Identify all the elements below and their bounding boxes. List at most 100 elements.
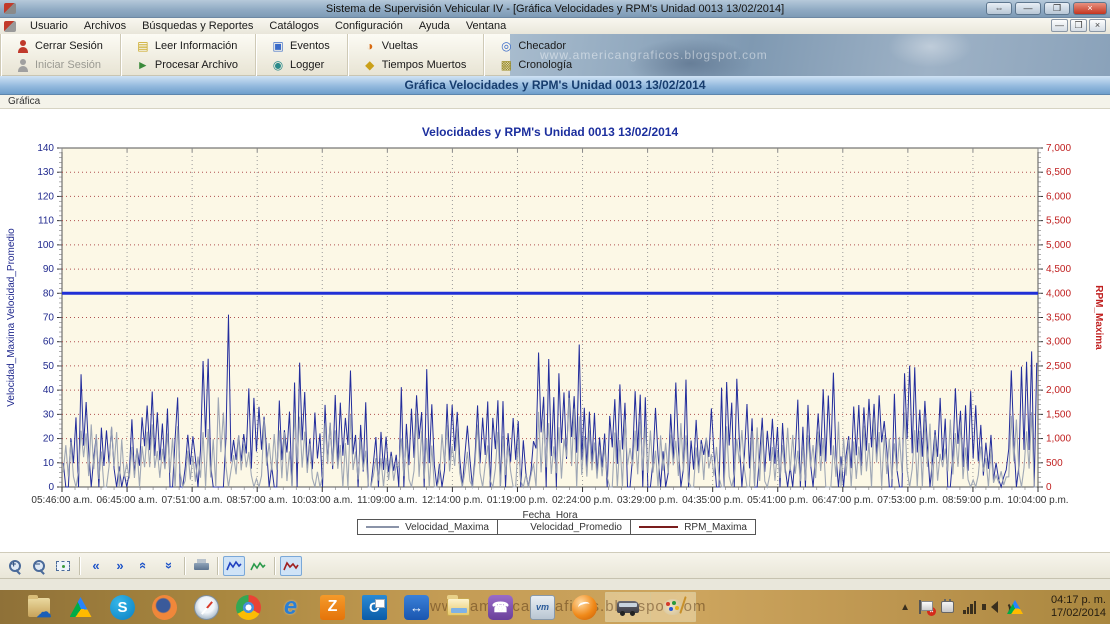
eventos-button[interactable]: ▣ Eventos: [264, 37, 337, 55]
menu-usuario[interactable]: Usuario: [22, 19, 76, 33]
svg-text:3,500: 3,500: [1046, 313, 1071, 324]
leer-informacion-button[interactable]: ▤ Leer Información: [129, 37, 245, 55]
special-button[interactable]: ⇔: [986, 2, 1012, 15]
svg-text:0: 0: [1046, 482, 1052, 493]
pan-left-button[interactable]: «: [85, 556, 107, 576]
logger-button[interactable]: ◉ Logger: [264, 56, 337, 74]
child-restore-button[interactable]: ❒: [1070, 19, 1087, 32]
leer-informacion-label: Leer Información: [155, 40, 238, 52]
svg-text:06:47:00 p.m.: 06:47:00 p.m.: [812, 495, 873, 506]
power-icon[interactable]: [941, 601, 954, 613]
chart-type-blue-button[interactable]: [223, 556, 245, 576]
menu-ventana[interactable]: Ventana: [458, 19, 514, 33]
pan-down-button[interactable]: «: [157, 556, 179, 576]
svg-text:08:59:00 p.m.: 08:59:00 p.m.: [942, 495, 1003, 506]
svg-text:10:03:00 a.m.: 10:03:00 a.m.: [292, 495, 353, 506]
svg-text:3,000: 3,000: [1046, 337, 1071, 348]
chart-type-red-button[interactable]: [280, 556, 302, 576]
hidden-icons-chevron[interactable]: ▲: [900, 602, 910, 613]
svg-text:5,000: 5,000: [1046, 240, 1071, 251]
chart-type-green-button[interactable]: [247, 556, 269, 576]
chart-legend: Velocidad_Maxima Velocidad_Promedio RPM_…: [357, 519, 756, 535]
close-button[interactable]: ×: [1073, 2, 1107, 15]
file-explorer-icon[interactable]: [446, 595, 471, 620]
svg-text:4,500: 4,500: [1046, 264, 1071, 275]
toolbar-group-session: Cerrar Sesión Iniciar Sesión: [0, 34, 120, 76]
volume-icon[interactable]: [985, 601, 998, 613]
svg-text:2,500: 2,500: [1046, 361, 1071, 372]
menu-configuracion[interactable]: Configuración: [327, 19, 411, 33]
skype-icon[interactable]: S: [110, 595, 135, 620]
zoom-in-button[interactable]: +: [4, 556, 26, 576]
checador-button[interactable]: ◎ Checador: [492, 37, 579, 55]
report-header: Gráfica Velocidades y RPM's Unidad 0013 …: [0, 76, 1110, 95]
svg-text:07:53:00 p.m.: 07:53:00 p.m.: [877, 495, 938, 506]
vehicle-app-taskbar-button[interactable]: [605, 592, 651, 622]
rpm-maxima-label: RPM_Maxima: [684, 522, 747, 533]
print-button[interactable]: [190, 556, 212, 576]
pan-right-button[interactable]: »: [109, 556, 131, 576]
svg-text:05:46:00 a.m.: 05:46:00 a.m.: [31, 495, 92, 506]
svg-text:80: 80: [43, 288, 55, 299]
network-signal-icon[interactable]: [963, 601, 976, 614]
action-center-flag-icon[interactable]: ×: [919, 600, 932, 614]
internet-explorer-icon[interactable]: e: [278, 595, 303, 620]
viber-icon[interactable]: ☎: [488, 595, 513, 620]
child-minimize-button[interactable]: —: [1051, 19, 1068, 32]
legend-item-velocidad-maxima: Velocidad_Maxima: [358, 520, 498, 534]
svg-text:50: 50: [43, 361, 55, 372]
child-close-button[interactable]: ×: [1089, 19, 1106, 32]
procesar-archivo-button[interactable]: ► Procesar Archivo: [129, 56, 245, 74]
vueltas-button[interactable]: ◑ Vueltas: [356, 37, 474, 55]
menu-archivos[interactable]: Archivos: [76, 19, 134, 33]
safari-icon[interactable]: [194, 595, 219, 620]
clock-time: 04:17 p. m.: [1036, 594, 1106, 607]
separator: [79, 557, 80, 575]
toolbar-group-archivo: ▤ Leer Información ► Procesar Archivo: [120, 34, 255, 76]
menu-ayuda[interactable]: Ayuda: [411, 19, 458, 33]
gom-player-icon[interactable]: [572, 595, 597, 620]
system-tray: ▲ × 04:17 p. m. 17/02/2014: [900, 590, 1106, 624]
minimize-button[interactable]: —: [1015, 2, 1041, 15]
svg-text:500: 500: [1046, 458, 1063, 469]
chevrons-right-icon: »: [116, 559, 123, 572]
legend-item-velocidad-promedio: Velocidad_Promedio: [498, 520, 631, 534]
velocidad-promedio-label: Velocidad_Promedio: [530, 522, 622, 533]
taskbar: www.americangraficos.blogspot.com S e Z …: [0, 590, 1110, 624]
svg-text:30: 30: [43, 409, 55, 420]
pan-up-button[interactable]: «: [133, 556, 155, 576]
menu-busquedas-y-reportes[interactable]: Búsquedas y Reportes: [134, 19, 261, 33]
svg-text:90: 90: [43, 264, 55, 275]
svg-text:130: 130: [37, 167, 54, 178]
cronologia-button[interactable]: ▩ Cronología: [492, 56, 579, 74]
toolbar-group-eventos: ▣ Eventos ◉ Logger: [255, 34, 347, 76]
svg-text:02:24:00 p.m.: 02:24:00 p.m.: [552, 495, 613, 506]
vmware-icon[interactable]: vm: [530, 595, 555, 620]
paint-taskbar-button[interactable]: [650, 592, 696, 622]
cerrar-sesion-button[interactable]: Cerrar Sesión: [9, 37, 110, 55]
paint-palette-icon: [663, 599, 683, 615]
google-drive-icon[interactable]: [68, 595, 93, 620]
tray-clock[interactable]: 04:17 p. m. 17/02/2014: [1036, 594, 1106, 620]
iniciar-sesion-label: Iniciar Sesión: [35, 59, 101, 71]
chrome-icon[interactable]: [236, 595, 261, 620]
svg-text:RPM_Maxima: RPM_Maxima: [1093, 285, 1104, 350]
toolbar: www.americangraficos.blogspot.com Cerrar…: [0, 34, 1110, 76]
svg-text:110: 110: [38, 216, 54, 227]
tiempos-muertos-button[interactable]: ◆ Tiempos Muertos: [356, 56, 474, 74]
teamviewer-icon[interactable]: ↔: [404, 595, 429, 620]
restore-button[interactable]: ❒: [1044, 2, 1070, 15]
zoom-region-button[interactable]: [52, 556, 74, 576]
chevrons-left-icon: «: [92, 559, 99, 572]
menu-catalogos[interactable]: Catálogos: [261, 19, 327, 33]
laps-icon: ◑: [363, 39, 377, 53]
window-title: Sistema de Supervisión Vehicular IV - [G…: [0, 3, 1110, 15]
zune-icon[interactable]: Z: [320, 595, 345, 620]
outlook-icon[interactable]: O: [362, 595, 387, 620]
tab-grafica[interactable]: Gráfica: [0, 95, 1110, 109]
iniciar-sesion-button[interactable]: Iniciar Sesión: [9, 56, 110, 74]
firefox-icon[interactable]: [152, 595, 177, 620]
zoom-out-button[interactable]: −: [28, 556, 50, 576]
svg-text:03:29:00 p.m.: 03:29:00 p.m.: [617, 495, 678, 506]
onedrive-folder-icon[interactable]: [26, 595, 51, 620]
